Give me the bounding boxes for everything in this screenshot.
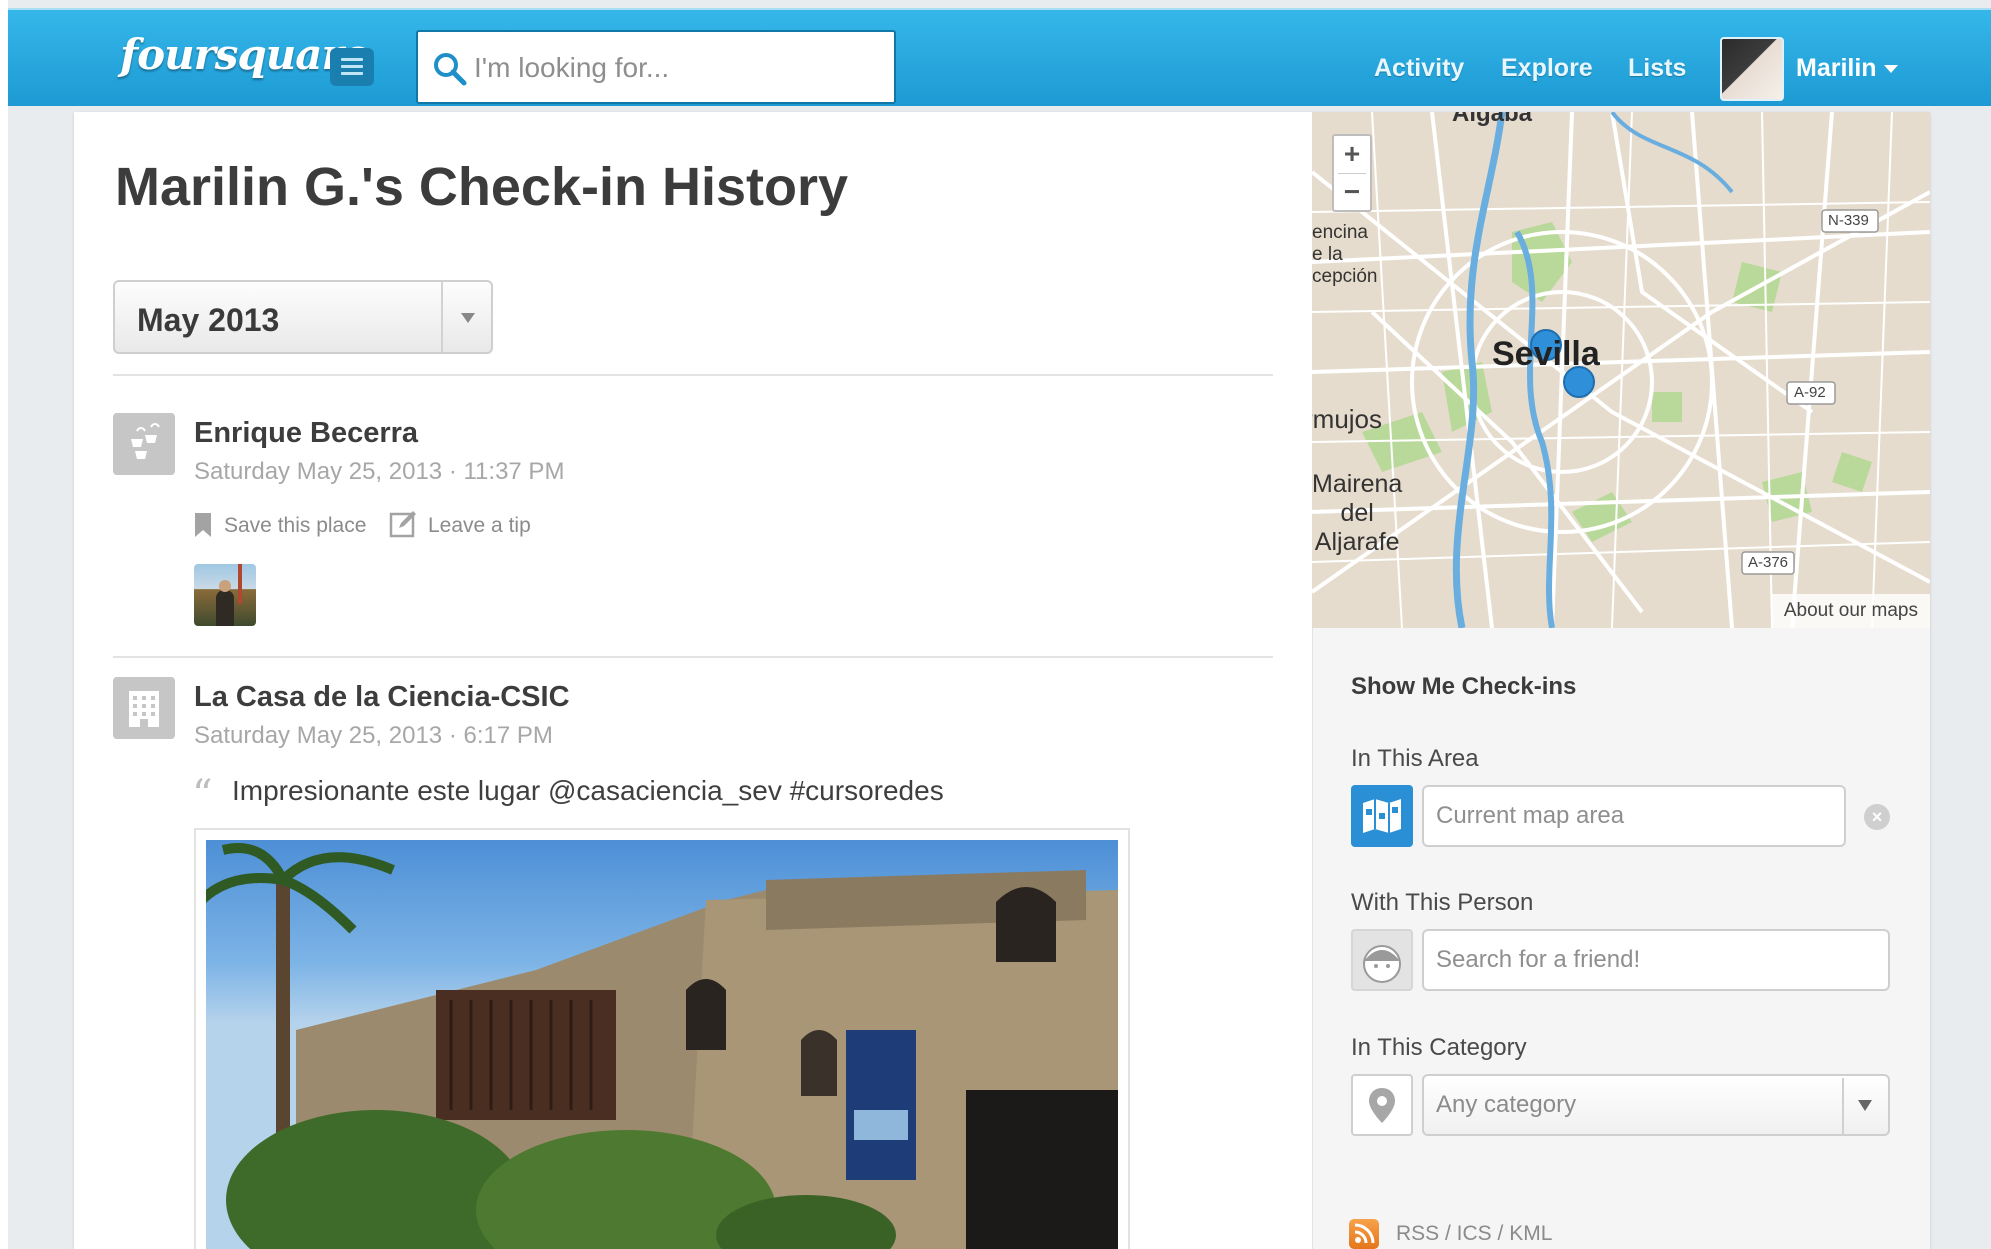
search-icon xyxy=(434,53,467,86)
page-title: Marilin G.'s Check-in History xyxy=(115,157,849,217)
search-box[interactable] xyxy=(416,30,896,104)
checkin-photo-thumbnail[interactable] xyxy=(194,564,256,626)
road-label-n339: N-339 xyxy=(1828,212,1869,229)
map-icon xyxy=(1351,785,1413,847)
nav-lists[interactable]: Lists xyxy=(1628,54,1686,83)
venue-name[interactable]: Enrique Becerra xyxy=(194,417,418,450)
quote-icon: “ xyxy=(192,772,213,818)
nav-activity[interactable]: Activity xyxy=(1374,54,1464,83)
venue-name[interactable]: La Casa de la Ciencia-CSIC xyxy=(194,681,570,714)
month-filter-select[interactable]: May 2013 xyxy=(113,280,493,354)
user-avatar[interactable] xyxy=(1720,37,1784,101)
chevron-down-icon[interactable] xyxy=(461,313,475,323)
edit-icon xyxy=(389,511,416,538)
clear-icon[interactable]: × xyxy=(1864,804,1890,830)
nav-explore[interactable]: Explore xyxy=(1501,54,1593,83)
area-label: In This Area xyxy=(1351,745,1479,772)
map-zoom-controls: + − xyxy=(1332,134,1372,212)
menu-icon[interactable] xyxy=(330,48,374,86)
map-label-city: Sevilla xyxy=(1492,335,1600,373)
month-filter-value: May 2013 xyxy=(137,302,280,338)
zoom-in-button[interactable]: + xyxy=(1334,136,1370,173)
rss-icon[interactable] xyxy=(1349,1219,1379,1249)
chevron-down-icon[interactable] xyxy=(1884,65,1898,73)
leave-tip-label[interactable]: Leave a tip xyxy=(428,514,531,538)
about-maps-link[interactable]: About our maps xyxy=(1771,594,1930,628)
checkin-comment: Impresionante este lugar @casaciencia_se… xyxy=(232,775,944,806)
bookmark-icon xyxy=(195,513,211,537)
checkin-photo[interactable] xyxy=(194,828,1130,1249)
divider xyxy=(113,656,1273,658)
user-menu[interactable]: Marilin xyxy=(1796,54,1877,83)
friend-search-input[interactable] xyxy=(1422,929,1890,991)
map-label-encina: encina e la cepción xyxy=(1312,222,1378,287)
road-label-a376: A-376 xyxy=(1748,554,1789,571)
map-label-mairena: Mairena del Aljarafe xyxy=(1312,470,1403,556)
select-divider xyxy=(1842,1078,1844,1136)
person-icon xyxy=(1351,929,1413,991)
chevron-down-icon[interactable] xyxy=(1858,1100,1872,1111)
checkin-timestamp: Saturday May 25, 2013 · 11:37 PM xyxy=(194,458,565,485)
top-nav-bar: foursquare Activity Explore Lists Marili… xyxy=(8,8,1991,106)
category-select-value: Any category xyxy=(1436,1091,1577,1118)
category-label: In This Category xyxy=(1351,1034,1527,1061)
search-input[interactable] xyxy=(474,46,874,90)
map-label-mujos: rmujos xyxy=(1312,404,1383,434)
zoom-out-button[interactable]: − xyxy=(1334,174,1370,211)
feeds-link[interactable]: RSS / ICS / KML xyxy=(1396,1222,1552,1246)
category-select[interactable]: Any category xyxy=(1422,1074,1890,1136)
area-input[interactable] xyxy=(1422,785,1846,847)
checkin-map[interactable]: Algaba encina e la cepción Sevilla rmujo… xyxy=(1312,112,1930,628)
map-canvas xyxy=(1312,112,1930,628)
save-place-label[interactable]: Save this place xyxy=(224,514,366,538)
person-label: With This Person xyxy=(1351,889,1534,916)
checkin-timestamp: Saturday May 25, 2013 · 6:17 PM xyxy=(194,722,553,749)
filter-heading: Show Me Check-ins xyxy=(1351,673,1577,700)
map-label-algaba: Algaba xyxy=(1452,112,1533,127)
nightlife-category-icon xyxy=(113,413,175,475)
select-divider xyxy=(441,282,443,352)
building-photo xyxy=(206,840,1118,1249)
road-label-a92: A-92 xyxy=(1794,384,1826,401)
location-pin-icon xyxy=(1351,1074,1413,1136)
divider xyxy=(113,374,1273,376)
building-category-icon xyxy=(113,677,175,739)
